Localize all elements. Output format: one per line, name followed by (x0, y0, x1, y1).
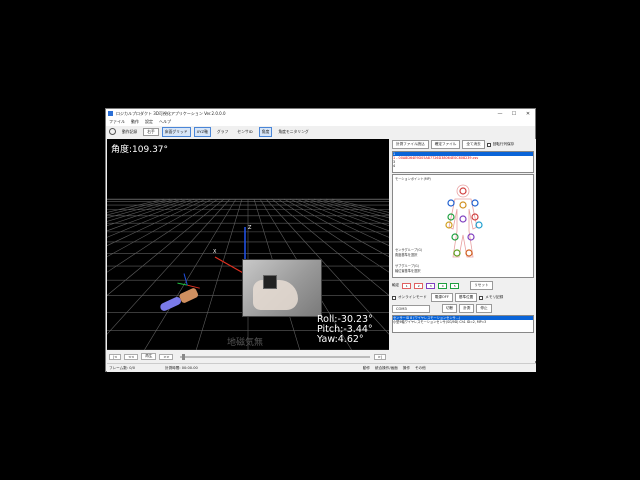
grid-line (107, 198, 201, 238)
memory-record-label: メモリ記録 (485, 295, 504, 299)
toggle-angle-monitoring[interactable]: 角度モニタリング (275, 127, 311, 137)
power-button[interactable]: 電源OFF (430, 293, 453, 302)
list-item[interactable]: 小型9軸ワイヤレスモーションセンサ(SG/9D) Ch1 ID=2, MP=3 (393, 320, 533, 324)
play-button[interactable]: 再生 (141, 353, 157, 360)
grid-line (107, 198, 231, 335)
sensor-device-image (263, 275, 277, 289)
tab-action[interactable]: 動作 (363, 366, 370, 371)
right-panel: 計測ファイル読込 確定ファイル 全て消去 回転行列保存 1 1 - 00A8D6… (390, 139, 536, 361)
online-mode-checkbox[interactable] (392, 295, 396, 300)
grid-line (107, 198, 189, 227)
grid-line (107, 198, 177, 219)
rotation-save-checkbox[interactable] (486, 142, 491, 147)
timeline-slider[interactable] (180, 353, 370, 360)
toggle-sensor-id[interactable]: センサID (234, 127, 255, 137)
color-selector: 軸定 1 2 3 4 5 リセット (390, 279, 536, 292)
color-slot-5[interactable]: 5 (450, 282, 460, 289)
minimize-button[interactable]: — (493, 111, 507, 117)
close-button[interactable]: ✕ (521, 111, 535, 117)
grid-line (107, 198, 219, 273)
app-icon (108, 111, 113, 116)
playback-bar: |< << 再生 >> >| (107, 351, 389, 362)
3d-viewport[interactable]: 角度:109.37° Z X Roll:-30.23° Pitch:-3.44°… (107, 139, 389, 350)
color-slot-2[interactable]: 2 (414, 282, 424, 289)
device-list[interactable]: センサーID 8 (ワイヤレスモーションセンサ...) 小型9軸ワイヤレスモーシ… (392, 315, 534, 333)
grid-line (195, 198, 243, 350)
magnetometer-status: 地磁気無 (227, 338, 264, 348)
memory-record-checkbox[interactable] (479, 295, 484, 300)
rpy-readout: Roll:-30.23° Pitch:-3.44° Yaw:4.62° (317, 315, 373, 345)
menu-bar: ファイル 動作 設定 ヘルプ (106, 118, 535, 126)
file-list[interactable]: 1 1 - 00A8D64E9D05A87726D38064E0C608239.… (392, 151, 534, 173)
forward-button[interactable]: >> (159, 353, 174, 360)
axis-x-label: X (213, 249, 217, 255)
rotation-save-label: 回転行列保存 (492, 142, 515, 146)
app-window: ロジカルプロダクト 3D可視化アプリケーション Ver.2.0.0.0 — ☐ … (105, 108, 536, 372)
menu-settings[interactable]: 設定 (145, 119, 153, 125)
online-mode-label: オンラインモード (398, 295, 427, 299)
toggle-angle[interactable]: 角度 (258, 126, 273, 137)
maximize-button[interactable]: ☐ (507, 111, 521, 117)
subgroup-value: 軸位置基準を選択 (395, 269, 421, 273)
frame-count: フレーム数: 0/0 (109, 365, 135, 370)
com-port-select[interactable]: COM3 (392, 304, 430, 313)
record-indicator-icon[interactable] (109, 128, 116, 135)
timeline-thumb[interactable] (182, 353, 186, 360)
grid-line (107, 198, 225, 296)
tab-integrated[interactable]: 統合操作/画面 (375, 366, 398, 371)
color-slot-3[interactable]: 3 (426, 282, 436, 289)
rewind-button[interactable]: << (124, 353, 139, 360)
toolbar: 動作記録 右手 床面グリッド XYZ軸 グラフ センサID 角度 角度モニタリン… (106, 126, 535, 137)
axis-x-line (214, 256, 246, 275)
grid-line (107, 198, 207, 246)
record-label: 動作記録 (122, 128, 138, 134)
first-frame-button[interactable]: |< (109, 353, 122, 360)
grid-line (107, 198, 171, 216)
toggle-xyz-axis[interactable]: XYZ軸 (193, 126, 211, 137)
measure-time: 計測時間: 00:00.00 (165, 365, 198, 370)
menu-action[interactable]: 動作 (131, 119, 139, 125)
hand-select[interactable]: 右手 (143, 127, 159, 136)
grid-line (107, 198, 165, 213)
camera-inset (242, 259, 322, 317)
clear-all-button[interactable]: 全て消去 (462, 140, 485, 149)
reset-button[interactable]: リセット (470, 281, 493, 290)
yaw-value: Yaw:4.62° (317, 334, 364, 345)
disconnect-button[interactable]: 切断 (442, 304, 458, 313)
toggle-floor-grid[interactable]: 床面グリッド (161, 126, 191, 137)
status-bar: フレーム数: 0/0 計測時間: 00:00.00 動作 統合操作/画面 操作 … (107, 363, 536, 372)
confirm-file-button[interactable]: 確定ファイル (430, 140, 461, 149)
toggle-graph[interactable]: グラフ (214, 127, 231, 137)
last-frame-button[interactable]: >| (373, 353, 386, 360)
tab-other[interactable]: その他 (415, 366, 426, 371)
stop-button[interactable]: 停止 (476, 304, 492, 313)
title-bar: ロジカルプロダクト 3D可視化アプリケーション Ver.2.0.0.0 — ☐ … (106, 109, 535, 118)
axis-z-label: Z (248, 225, 252, 231)
menu-file[interactable]: ファイル (109, 119, 125, 125)
body-map-panel[interactable]: モーションポイント(MP) センサグループ(G) 角度基準を選択 サブグループ(… (392, 174, 534, 278)
angle-readout: 角度:109.37° (111, 145, 169, 155)
baseline-button[interactable]: 基準位置 (454, 293, 478, 302)
load-file-button[interactable]: 計測ファイル読込 (392, 140, 429, 149)
window-title: ロジカルプロダクト 3D可視化アプリケーション Ver.2.0.0.0 (116, 110, 226, 116)
color-slot-4[interactable]: 4 (438, 282, 448, 289)
list-item[interactable]: 4 (393, 164, 533, 168)
color-label: 軸定 (392, 283, 400, 287)
grid-line (144, 198, 237, 350)
menu-help[interactable]: ヘルプ (159, 119, 171, 125)
sensor-group-value: 角度基準を選択 (395, 253, 418, 257)
color-slot-1[interactable]: 1 (402, 282, 412, 289)
measure-button[interactable]: 計測 (459, 304, 475, 313)
tab-operation[interactable]: 操作 (403, 366, 410, 371)
